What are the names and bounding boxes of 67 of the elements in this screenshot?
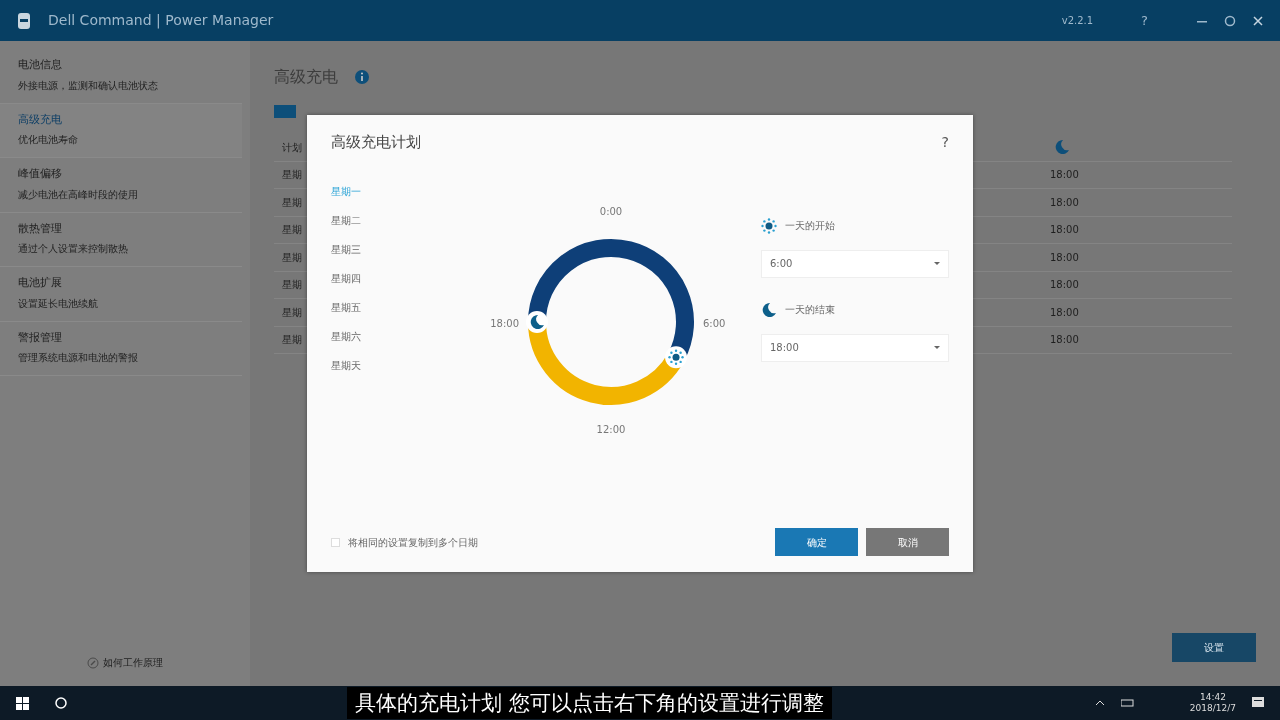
table-cell-text: 18:00 bbox=[1050, 333, 1079, 348]
table-cell-text: 18:00 bbox=[1050, 168, 1079, 183]
subtitle-caption: 具体的充电计划 您可以点击右下角的设置进行调整 bbox=[347, 687, 832, 719]
time-select[interactable]: 18:00 bbox=[761, 333, 949, 362]
table-cell-text: 星期 bbox=[282, 278, 302, 293]
info-icon bbox=[354, 69, 370, 85]
dial-label: 12:00 bbox=[595, 422, 627, 437]
search-icon[interactable] bbox=[55, 697, 67, 709]
restore-icon[interactable] bbox=[1224, 14, 1236, 27]
table-cell-text: 星期 bbox=[282, 305, 302, 320]
caret-icon bbox=[934, 262, 940, 265]
notification-icon[interactable] bbox=[1252, 697, 1264, 709]
table-cell-text: 18:00 bbox=[1050, 195, 1079, 210]
close-icon[interactable] bbox=[1252, 14, 1264, 27]
caret-icon bbox=[934, 346, 940, 349]
sidebar-item[interactable]: 高级充电 优化电池寿命 bbox=[0, 103, 242, 158]
end-handle[interactable] bbox=[526, 310, 548, 333]
checkbox-label: 将相同的设置复制到多个日期 bbox=[348, 535, 478, 550]
ok-button[interactable]: 确定 bbox=[775, 528, 858, 556]
day-tab[interactable]: 星期五 bbox=[331, 299, 361, 329]
table-cell-text: 18:00 bbox=[1050, 223, 1079, 238]
sidebar-item[interactable]: 峰值偏移 减少电池在高峰时段的使用 bbox=[0, 158, 242, 213]
table-cell-text: 18:00 bbox=[1050, 250, 1079, 265]
dial-label: 18:00 bbox=[490, 316, 519, 331]
table-cell-text: 星期 bbox=[282, 223, 302, 238]
sidebar-item[interactable]: 电池信息 外接电源，监测和确认电池状态 bbox=[0, 49, 242, 104]
day-tab[interactable]: 星期二 bbox=[331, 212, 361, 242]
time-select[interactable]: 6:00 bbox=[761, 249, 949, 278]
help-button[interactable]: ? bbox=[1141, 10, 1148, 31]
cancel-button[interactable]: 取消 bbox=[866, 528, 949, 556]
day-tab[interactable]: 星期天 bbox=[331, 357, 361, 387]
table-cell-text: 星期 bbox=[282, 333, 302, 348]
battery-icon[interactable] bbox=[1120, 698, 1134, 708]
table-cell-text: 星期 bbox=[282, 168, 302, 183]
toggle-switch[interactable] bbox=[274, 105, 296, 118]
field-label: 一天的开始 bbox=[785, 219, 835, 233]
pencil-icon bbox=[87, 656, 99, 669]
start-handle[interactable] bbox=[665, 345, 688, 368]
dialog-title: 高级充电计划 bbox=[331, 132, 421, 153]
table-cell-text: 18:00 bbox=[1050, 305, 1079, 320]
settings-button[interactable]: 设置 bbox=[1172, 633, 1256, 662]
day-tab[interactable]: 星期三 bbox=[331, 241, 361, 271]
version-label: v2.2.1 bbox=[1061, 14, 1094, 28]
clock[interactable]: 14:42 2018/12/7 bbox=[1189, 692, 1236, 714]
app-logo-icon bbox=[16, 10, 32, 31]
dial-label: 0:00 bbox=[598, 204, 624, 219]
help-button[interactable]: ? bbox=[941, 131, 949, 153]
sidebar-item[interactable]: 警报管理 管理系统电源和电池的警报 bbox=[0, 321, 242, 376]
column-header: 计划 bbox=[282, 140, 302, 155]
sidebar-item[interactable]: 电池扩展 设置延长电池续航 bbox=[0, 267, 242, 322]
day-tab[interactable]: 星期四 bbox=[331, 270, 361, 300]
page-title: 高级充电 bbox=[274, 66, 338, 88]
moon-icon bbox=[761, 301, 777, 318]
table-cell-text: 18:00 bbox=[1050, 278, 1079, 293]
table-cell-text: 星期 bbox=[282, 250, 302, 265]
sidebar-item[interactable]: 散热管理 通过个人设置来控制散热 bbox=[0, 212, 242, 267]
help-link[interactable]: 如何工作原理 bbox=[103, 655, 163, 670]
field-label: 一天的结束 bbox=[785, 303, 835, 317]
checkbox[interactable] bbox=[331, 537, 340, 547]
table-cell-text: 星期 bbox=[282, 195, 302, 210]
day-tab[interactable]: 星期六 bbox=[331, 328, 361, 358]
moon-icon bbox=[1054, 139, 1070, 156]
windows-icon[interactable] bbox=[16, 696, 29, 710]
window-title: Dell Command | Power Manager bbox=[48, 11, 274, 31]
sun-icon bbox=[761, 217, 777, 234]
dial-label: 6:00 bbox=[703, 316, 726, 331]
chevron-icon[interactable] bbox=[1094, 699, 1105, 707]
